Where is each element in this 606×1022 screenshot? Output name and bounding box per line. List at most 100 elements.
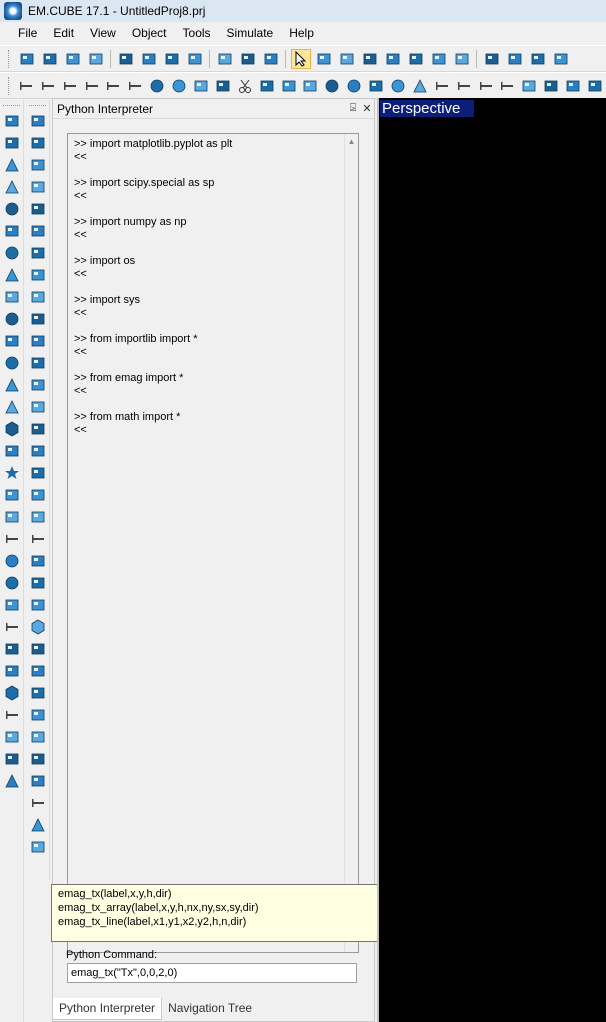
pointset-icon[interactable] (27, 660, 49, 682)
box-2-icon[interactable] (192, 76, 211, 96)
heart-icon[interactable] (1, 484, 23, 506)
grid-icon[interactable] (482, 49, 502, 69)
view-top-icon[interactable] (551, 49, 571, 69)
polyhedron-icon[interactable] (27, 616, 49, 638)
scale-2-icon[interactable] (27, 836, 49, 858)
view-3d-icon[interactable] (528, 49, 548, 69)
spiral-icon[interactable] (1, 440, 23, 462)
square-icon[interactable] (520, 76, 539, 96)
open-icon[interactable] (40, 49, 60, 69)
pyramid-icon[interactable] (1, 176, 23, 198)
circle-outline-icon[interactable] (1, 550, 23, 572)
ellipse-flat-icon[interactable] (1, 352, 23, 374)
output-scrollbar[interactable]: ▲ (344, 134, 358, 952)
menu-view[interactable]: View (82, 26, 124, 40)
ellipsoid-icon[interactable] (1, 220, 23, 242)
cube-icon[interactable] (1, 110, 23, 132)
cube-icon[interactable] (564, 76, 583, 96)
tab-python-interpreter[interactable]: Python Interpreter (52, 998, 163, 1020)
grid-2-icon[interactable] (542, 76, 561, 96)
refresh-icon[interactable] (452, 49, 472, 69)
line-icon[interactable] (1, 528, 23, 550)
pen-icon[interactable] (27, 374, 49, 396)
zoom-window-icon[interactable] (406, 49, 426, 69)
link-icon[interactable] (27, 176, 49, 198)
tab-navigation-tree[interactable]: Navigation Tree (162, 998, 258, 1020)
array-icon[interactable] (27, 286, 49, 308)
stop-icon[interactable] (323, 76, 342, 96)
pan-hand-icon[interactable] (314, 49, 334, 69)
flower-icon[interactable] (27, 704, 49, 726)
twist-icon[interactable] (27, 484, 49, 506)
measure-icon[interactable] (27, 792, 49, 814)
toolbar-grip[interactable] (8, 49, 11, 68)
ruler-4-icon[interactable] (82, 76, 101, 96)
dots-icon[interactable] (27, 748, 49, 770)
u-curve-icon[interactable] (1, 594, 23, 616)
move-icon[interactable] (27, 110, 49, 132)
l-line-icon[interactable] (1, 616, 23, 638)
scale-icon[interactable] (27, 154, 49, 176)
link-icon[interactable] (279, 76, 298, 96)
array-icon[interactable] (257, 76, 276, 96)
monitor-icon[interactable] (261, 49, 281, 69)
coil-icon[interactable] (1, 660, 23, 682)
helix-icon[interactable] (1, 506, 23, 528)
triangle-icon[interactable] (410, 76, 429, 96)
ruler-5-icon[interactable] (104, 76, 123, 96)
new-icon[interactable] (17, 49, 37, 69)
shield-icon[interactable] (367, 76, 386, 96)
curve-icon[interactable] (27, 682, 49, 704)
wedge-icon[interactable] (1, 264, 23, 286)
ellipse-icon[interactable] (389, 76, 408, 96)
fillet-icon[interactable] (27, 572, 49, 594)
subtract-icon[interactable] (27, 308, 49, 330)
vertical-bar-icon[interactable] (432, 76, 451, 96)
pie-icon[interactable] (345, 76, 364, 96)
arc-icon[interactable] (301, 76, 320, 96)
ruler-3-icon[interactable] (60, 76, 79, 96)
redo-icon[interactable] (238, 49, 258, 69)
bars-2-icon[interactable] (476, 76, 495, 96)
sphere-icon[interactable] (1, 198, 23, 220)
scissors-icon[interactable] (235, 76, 254, 96)
circle-2-icon[interactable] (170, 76, 189, 96)
polygon-icon[interactable] (1, 682, 23, 704)
ruler-6-icon[interactable] (126, 76, 145, 96)
angle-icon[interactable] (27, 814, 49, 836)
crescent-icon[interactable] (27, 506, 49, 528)
bars-icon[interactable] (454, 76, 473, 96)
extrude-icon[interactable] (27, 396, 49, 418)
solid-icon[interactable] (505, 49, 525, 69)
menu-tools[interactable]: Tools (175, 26, 219, 40)
menu-file[interactable]: File (10, 26, 45, 40)
perspective-viewport[interactable]: Perspective (377, 98, 606, 1022)
box-shape-icon[interactable] (27, 352, 49, 374)
menu-object[interactable]: Object (124, 26, 175, 40)
cylinder-icon[interactable] (1, 132, 23, 154)
circle-icon[interactable] (1, 308, 23, 330)
loft-icon[interactable] (27, 440, 49, 462)
shell-icon[interactable] (27, 550, 49, 572)
chart-icon[interactable] (1, 726, 23, 748)
layout-icon[interactable] (586, 76, 605, 96)
toolbar-grip[interactable] (8, 76, 11, 95)
star-icon[interactable] (1, 462, 23, 484)
delete-icon[interactable] (185, 49, 205, 69)
stack-icon[interactable] (27, 264, 49, 286)
zoom-icon[interactable] (360, 49, 380, 69)
antenna-icon[interactable] (1, 770, 23, 792)
rotate-icon[interactable] (27, 132, 49, 154)
group-icon[interactable] (27, 242, 49, 264)
close-icon[interactable]: ✕ (360, 102, 374, 115)
spiral-2-icon[interactable] (1, 638, 23, 660)
interpreter-output[interactable]: >> import matplotlib.pyplot as plt << >> i… (67, 133, 359, 953)
cube-3d-icon[interactable] (27, 638, 49, 660)
sweep-icon[interactable] (27, 462, 49, 484)
arrow-up-icon[interactable] (27, 726, 49, 748)
revolve-icon[interactable] (27, 418, 49, 440)
menu-simulate[interactable]: Simulate (219, 26, 282, 40)
ruler-1-icon[interactable] (16, 76, 35, 96)
pin-icon[interactable]: ⍄ (346, 102, 360, 115)
paste-icon[interactable] (162, 49, 182, 69)
